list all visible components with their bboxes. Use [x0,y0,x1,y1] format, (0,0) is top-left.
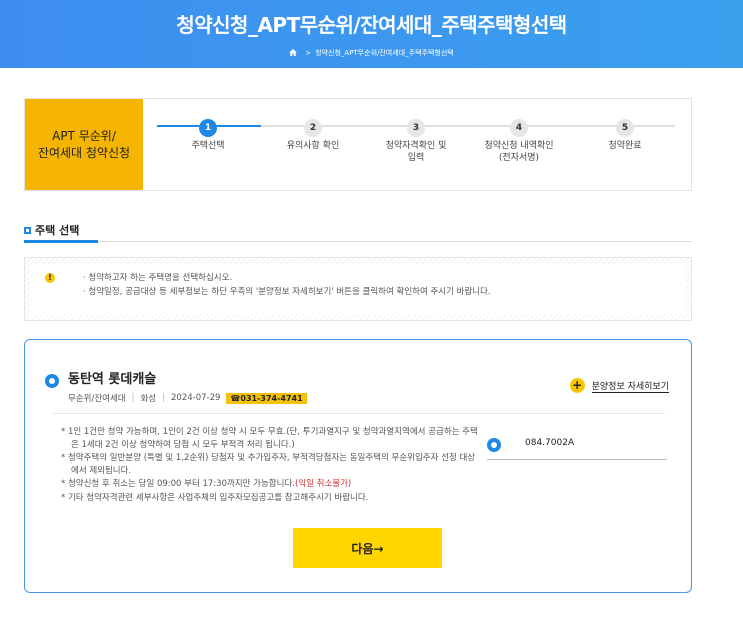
progress-steps: APT 무순위/잔여세대 청약신청 1 주택선택 2 유의사항 확인 3 청약자… [24,98,692,191]
notice-text: · 청약하고자 하는 주택명을 선택하십시오. · 청약일정, 공급대상 등 세… [83,271,491,299]
step-5-label: 청약완료 [608,141,642,151]
house-region: 화성 [140,394,157,404]
step-2-label: 유의사항 확인 [286,141,340,151]
square-bullet-icon [24,226,31,234]
unit-type-option[interactable]: 084.7002A [487,432,667,460]
step-1-number: 1 [199,119,217,137]
step-5-number: 5 [616,119,634,137]
note-item: * 1인 1건만 청약 가능하며, 1인이 2건 이상 청약 시 모두 무효.(… [61,427,478,450]
step-4-number: 4 [510,119,528,137]
step-4: 4 청약신청 내역확인 (전자서명) [471,115,567,164]
page-header: 청약신청_APT무순위/잔여세대_주택주택형선택 > 청약신청_APT무순위/잔여… [0,0,743,68]
unit-type-label: 084.7002A [525,438,575,448]
house-notes: * 1인 1건만 청약 가능하며, 1인이 2건 이상 청약 시 모두 무효.(… [61,426,481,505]
house-name: 동탄역 롯데캐슬 [68,372,157,387]
badge-line-2: 잔여세대 청약신청 [37,145,131,160]
cancel-warning: (익일 취소불가) [294,479,352,489]
unit-type-radio[interactable] [487,438,501,452]
step-3-label: 청약자격확인 및 입력 [385,141,447,163]
note-item: * 청약신청 후 취소는 당일 09:00 부터 17:30까지만 가능합니다.… [61,479,352,489]
step-3-number: 3 [407,119,425,137]
note-item: * 청약주택의 일반분양 (특별 및 1,2순위) 당첨자 및 추가입주자, 부… [61,453,476,476]
steps-badge: APT 무순위/잔여세대 청약신청 [25,99,143,190]
step-2-number: 2 [304,119,322,137]
section-divider [24,241,692,242]
breadcrumb-separator: > [305,49,312,57]
step-3: 3 청약자격확인 및 입력 [368,115,464,164]
notice-line: · 청약일정, 공급대상 등 세부정보는 하단 우측의 '분양정보 자세히보기'… [83,287,491,297]
note-item: * 기타 청약자격관련 세부사항은 사업주체의 입주자모집공고를 참고해주시기 … [61,492,369,503]
house-meta: 무순위/잔여세대 | 화성 | 2024-07-29 ☎031-374-4741 [68,392,307,404]
house-card: 동탄역 롯데캐슬 무순위/잔여세대 | 화성 | 2024-07-29 ☎031… [24,339,692,593]
detail-link[interactable]: + 분양정보 자세히보기 [569,378,669,393]
card-divider [53,413,665,414]
step-1-label: 주택선택 [191,141,225,151]
notice-box: ! · 청약하고자 하는 주택명을 선택하십시오. · 청약일정, 공급대상 등… [24,257,692,321]
section-divider-accent [24,240,98,243]
step-1: 1 주택선택 [160,115,256,152]
house-type: 무순위/잔여세대 [68,394,126,404]
next-button[interactable]: 다음→ [293,528,442,568]
step-2: 2 유의사항 확인 [265,115,361,152]
house-radio[interactable] [45,374,59,388]
step-4-label: 청약신청 내역확인 (전자서명) [484,141,554,163]
badge-line-1: APT 무순위/ [52,128,116,143]
section-title: 주택 선택 [24,222,79,238]
house-date: 2024-07-29 [171,393,221,403]
warning-icon: ! [45,273,55,283]
page-title: 청약신청_APT무순위/잔여세대_주택주택형선택 [176,13,567,37]
breadcrumb: > 청약신청_APT무순위/잔여세대_주택주택형선택 [0,48,743,58]
phone-badge: ☎031-374-4741 [226,392,307,404]
notice-line: · 청약하고자 하는 주택명을 선택하십시오. [83,273,233,283]
plus-icon: + [569,378,585,393]
detail-link-label: 분양정보 자세히보기 [591,379,669,393]
breadcrumb-current: 청약신청_APT무순위/잔여세대_주택주택형선택 [315,49,454,57]
home-icon[interactable] [289,49,298,56]
step-5: 5 청약완료 [577,115,673,152]
